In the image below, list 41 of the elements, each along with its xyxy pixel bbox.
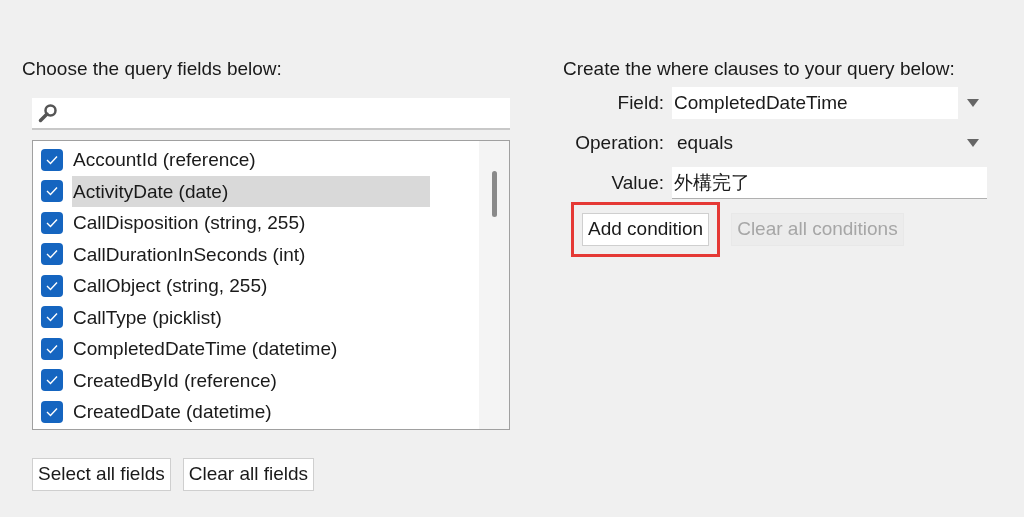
field-item[interactable]: CallType (picklist) — [72, 301, 222, 333]
checkbox[interactable] — [41, 243, 63, 266]
checkbox[interactable] — [41, 369, 63, 392]
value-field[interactable]: 外構完了 — [672, 167, 987, 199]
field-item[interactable]: ActivityDate (date) — [72, 175, 430, 207]
panel-heading: Create the where clauses to your query below: — [563, 57, 956, 81]
checkmark-icon — [46, 375, 58, 386]
checkmark-icon — [46, 186, 58, 197]
checkmark-icon — [46, 343, 58, 354]
field-item[interactable]: CallDurationInSeconds (int) — [72, 238, 306, 270]
checkbox[interactable] — [41, 211, 63, 234]
field-label: Operation: — [574, 130, 665, 155]
checkbox[interactable] — [41, 400, 63, 423]
search-icon — [38, 103, 58, 123]
field-label: Field: — [616, 90, 665, 115]
checkbox[interactable] — [41, 180, 63, 203]
action-button[interactable]: Select all fields — [32, 458, 171, 491]
field-label: Value: — [610, 170, 665, 195]
checkmark-icon — [46, 249, 58, 260]
field-item[interactable]: CreatedById (reference) — [72, 364, 277, 396]
scrollbar-thumb[interactable] — [491, 171, 497, 217]
checkbox[interactable] — [41, 148, 63, 171]
field-item[interactable]: CreatedDate (datetime) — [72, 396, 272, 428]
panel-heading: Choose the query fields below: — [22, 57, 283, 81]
checkmark-icon — [46, 154, 58, 165]
checkmark-icon — [46, 217, 58, 228]
checkbox[interactable] — [41, 337, 63, 360]
action-button[interactable]: Clear all fields — [182, 458, 315, 491]
checkbox[interactable] — [41, 274, 63, 297]
dropdown-arrow-icon — [967, 99, 979, 107]
field-item[interactable]: CallObject (string, 255) — [72, 270, 268, 302]
checkmark-icon — [46, 280, 58, 291]
field-item[interactable]: CallDisposition (string, 255) — [72, 207, 306, 239]
action-button[interactable]: Add condition — [582, 213, 710, 246]
checkmark-icon — [46, 312, 58, 323]
dropdown-arrow-icon — [967, 139, 979, 147]
checkbox[interactable] — [41, 306, 63, 329]
checkmark-icon — [46, 406, 58, 417]
dropdown[interactable]: equals — [672, 127, 989, 159]
field-item[interactable]: AccountId (reference) — [72, 144, 256, 176]
field-item[interactable]: CompletedDateTime (datetime) — [72, 333, 338, 365]
